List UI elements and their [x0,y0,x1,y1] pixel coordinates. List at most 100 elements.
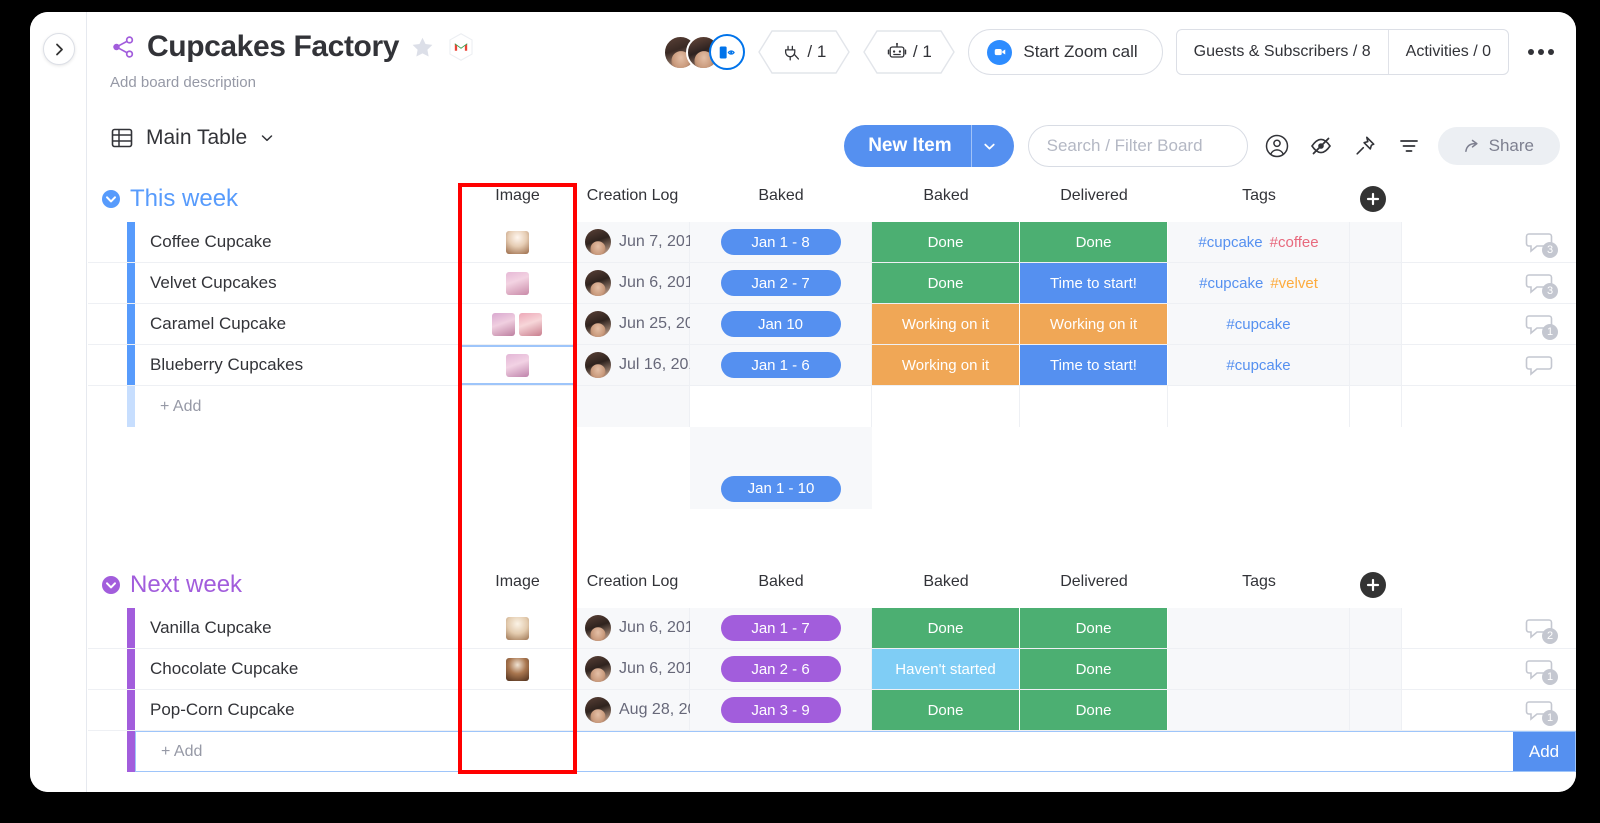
item-image-cell[interactable] [460,345,575,385]
hide-columns-button[interactable] [1306,131,1336,161]
filter-button[interactable] [1394,131,1424,161]
share-node-icon[interactable] [110,34,136,60]
add-item-row[interactable]: + Add [88,386,1576,427]
item-extra-cell[interactable] [1350,345,1402,385]
add-column-button[interactable] [1360,186,1386,212]
item-extra-cell[interactable] [1350,690,1402,730]
board-viewers-button[interactable] [709,34,746,70]
tag-chip[interactable]: #velvet [1270,275,1318,292]
item-delivered-status-cell[interactable]: Time to start! [1020,345,1168,385]
item-extra-cell[interactable] [1350,304,1402,344]
table-row[interactable]: Pop-Corn Cupcake 1 Aug 28, 2019 Jan 3 - 9 Do… [88,690,1576,731]
gmail-integration-icon[interactable] [446,32,476,62]
item-timeline-cell[interactable]: Jan 3 - 9 [690,690,872,730]
item-delivered-status-cell[interactable]: Done [1020,608,1168,648]
item-creation-log-cell[interactable]: Jun 25, 2018 [575,304,712,344]
item-image-thumbnail[interactable] [505,271,529,295]
column-header-baked-timeline[interactable]: Baked [690,187,872,205]
tag-chip[interactable]: #cupcake [1199,275,1263,292]
item-creation-log-cell[interactable]: Jul 16, 2019 [575,345,706,385]
add-column-button[interactable] [1360,572,1386,598]
group-collapse-caret[interactable] [100,188,122,210]
item-baked-status-cell[interactable]: Done [872,222,1020,262]
item-extra-cell[interactable] [1350,222,1402,262]
item-name[interactable]: Vanilla Cupcake [150,608,272,648]
item-baked-status-cell[interactable]: Done [872,690,1020,730]
new-item-dropdown[interactable] [970,125,1014,167]
item-delivered-status-cell[interactable]: Done [1020,649,1168,689]
column-header-baked-status[interactable]: Baked [872,187,1020,205]
new-item-button[interactable]: New Item [844,125,1014,167]
group-collapse-caret[interactable] [100,574,122,596]
item-image-thumbnail[interactable] [505,616,529,640]
item-extra-cell[interactable] [1350,608,1402,648]
item-image-thumbnail[interactable] [505,230,529,254]
item-creation-log-cell[interactable]: Jun 6, 2018 [575,608,703,648]
item-baked-status-cell[interactable]: Working on it [872,345,1020,385]
group-title[interactable]: Next week [130,569,242,601]
item-baked-status-cell[interactable]: Working on it [872,304,1020,344]
start-zoom-call-button[interactable]: Start Zoom call [968,29,1163,75]
item-image-cell[interactable] [460,690,575,730]
table-row[interactable]: Caramel Cupcake 1 Jun 25, 2018 Jan 10 Workin… [88,304,1576,345]
column-header-image[interactable]: Image [460,187,575,205]
activities-pill[interactable]: Activities / 0 [1387,30,1508,74]
item-image-cell[interactable] [460,608,575,648]
item-tags-cell[interactable] [1168,608,1350,648]
item-delivered-status-cell[interactable]: Done [1020,222,1168,262]
item-name[interactable]: Velvet Cupcakes [150,263,277,303]
item-image-thumbnail[interactable] [492,312,515,336]
item-name[interactable]: Chocolate Cupcake [150,649,298,689]
item-timeline-cell[interactable]: Jan 10 [690,304,872,344]
item-tags-cell[interactable]: #cupcake [1168,304,1350,344]
item-image-cell[interactable] [460,263,575,303]
item-image-cell[interactable] [460,649,575,689]
tag-chip[interactable]: #cupcake [1198,234,1262,251]
item-delivered-status-cell[interactable]: Working on it [1020,304,1168,344]
item-extra-cell[interactable] [1350,263,1402,303]
column-header-baked-status[interactable]: Baked [872,573,1020,591]
column-header-image[interactable]: Image [460,573,575,591]
star-icon[interactable] [410,35,435,60]
item-tags-cell[interactable]: #cupcake #coffee [1168,222,1350,262]
search-filter-box[interactable] [1027,125,1248,167]
sidebar-expand-button[interactable] [43,33,75,65]
comment-bubble-icon[interactable] [1524,354,1556,378]
column-header-baked-timeline[interactable]: Baked [690,573,872,591]
item-tags-cell[interactable] [1168,649,1350,689]
add-item-row-active[interactable]: + Add Add [88,731,1576,772]
item-name[interactable]: Caramel Cupcake [150,304,286,344]
item-tags-cell[interactable] [1168,690,1350,730]
guests-subscribers-pill[interactable]: Guests & Subscribers / 8 [1177,30,1388,74]
item-creation-log-cell[interactable]: Jun 6, 2018 [575,263,703,303]
add-item-placeholder[interactable]: + Add [161,732,202,771]
column-header-tags[interactable]: Tags [1168,187,1350,205]
tag-chip[interactable]: #cupcake [1226,316,1290,333]
more-options-icon[interactable] [1522,33,1560,71]
item-delivered-status-cell[interactable]: Time to start! [1020,263,1168,303]
item-timeline-cell[interactable]: Jan 1 - 7 [690,608,872,648]
table-row[interactable]: Velvet Cupcakes 3 Jun 6, 2018 Jan 2 - 7 Done… [88,263,1576,304]
column-header-delivered[interactable]: Delivered [1020,187,1168,205]
add-item-label[interactable]: + Add [160,386,201,427]
item-timeline-cell[interactable]: Jan 2 - 7 [690,263,872,303]
item-extra-cell[interactable] [1350,649,1402,689]
item-creation-log-cell[interactable]: Jun 7, 2018 [575,222,703,262]
item-image-cell[interactable] [460,304,575,344]
add-item-button[interactable]: Add [1513,732,1575,771]
column-header-creation-log[interactable]: Creation Log [575,573,690,591]
item-image-thumbnail[interactable] [505,657,529,681]
add-item-input-bar[interactable]: + Add Add [135,731,1576,772]
item-name[interactable]: Pop-Corn Cupcake [150,690,295,730]
item-timeline-cell[interactable]: Jan 1 - 8 [690,222,872,262]
column-header-creation-log[interactable]: Creation Log [575,187,690,205]
item-name[interactable]: Blueberry Cupcakes [150,345,303,385]
item-timeline-cell[interactable]: Jan 1 - 6 [690,345,872,385]
column-header-tags[interactable]: Tags [1168,573,1350,591]
person-filter-button[interactable] [1262,131,1292,161]
item-image-thumbnail[interactable] [519,312,542,336]
item-timeline-cell[interactable]: Jan 2 - 6 [690,649,872,689]
item-baked-status-cell[interactable]: Haven't started [872,649,1020,689]
tab-main-table[interactable]: Main Table [110,126,275,150]
item-creation-log-cell[interactable]: Aug 28, 2019 [575,690,714,730]
